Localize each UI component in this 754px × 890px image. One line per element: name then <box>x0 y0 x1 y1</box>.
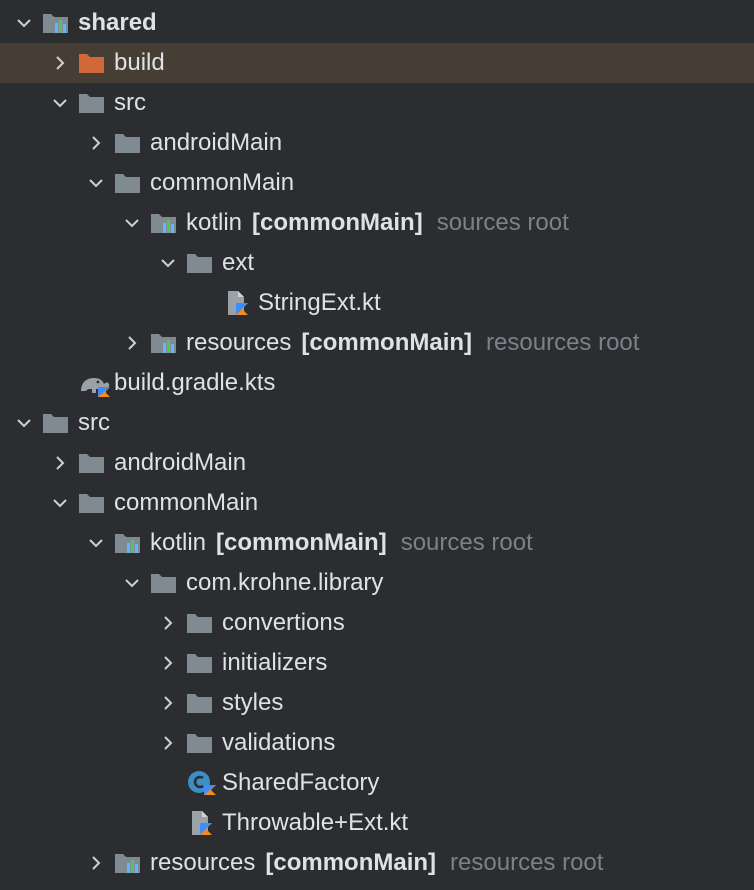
tree-row-label: convertions <box>222 609 345 636</box>
source-set-tag: [commonMain] <box>265 849 437 876</box>
kotlin-file-icon <box>222 283 258 323</box>
chevron-down-icon[interactable] <box>6 3 42 43</box>
tree-row-label: src <box>114 89 146 116</box>
folder-icon <box>186 643 222 683</box>
tree-row-label: SharedFactory <box>222 769 380 796</box>
tree-row-commonmain[interactable]: commonMain <box>0 163 754 203</box>
tree-row-styles[interactable]: styles <box>0 683 754 723</box>
tree-row-initializers[interactable]: initializers <box>0 643 754 683</box>
tree-row-throwable-ext-kt[interactable]: Throwable+Ext.kt <box>0 803 754 843</box>
project-tree: shared build src androidMain commonMain … <box>0 0 754 890</box>
chevron-right-icon[interactable] <box>42 443 78 483</box>
chevron-right-icon[interactable] <box>42 43 78 83</box>
tree-row-label: commonMain <box>114 489 259 516</box>
folder-icon <box>78 83 114 123</box>
chevron-down-icon[interactable] <box>114 203 150 243</box>
tree-row-shared[interactable]: shared <box>0 3 754 43</box>
tree-row-label: build.gradle.kts <box>114 369 276 396</box>
chevron-right-icon[interactable] <box>150 643 186 683</box>
tree-row-kotlin[interactable]: kotlin [commonMain] sources root <box>0 523 754 563</box>
tree-row-label: build <box>114 49 165 76</box>
tree-row-label: Throwable+Ext.kt <box>222 809 409 836</box>
folder-icon <box>78 443 114 483</box>
tree-row-validations[interactable]: validations <box>0 723 754 763</box>
source-set-tag: [commonMain] <box>301 329 473 356</box>
chevron-down-icon[interactable] <box>42 83 78 123</box>
kotlin-file-icon <box>186 803 222 843</box>
tree-row-label: styles <box>222 689 284 716</box>
tree-row-androidmain[interactable]: androidMain <box>0 123 754 163</box>
tree-row-label: kotlin <box>150 529 207 556</box>
chevron-right-icon[interactable] <box>150 603 186 643</box>
gradle-elephant-icon <box>78 363 114 403</box>
folder-icon <box>186 683 222 723</box>
tree-row-label: ext <box>222 249 255 276</box>
tree-row-sharedfactory[interactable]: SharedFactory <box>0 763 754 803</box>
chevron-right-icon[interactable] <box>78 123 114 163</box>
source-set-tag: [commonMain] <box>216 529 387 556</box>
folder-icon <box>42 403 78 443</box>
chevron-right-icon[interactable] <box>150 683 186 723</box>
chevron-right-icon[interactable] <box>78 843 114 883</box>
tree-row-label: validations <box>222 729 336 756</box>
chevron-down-icon[interactable] <box>42 483 78 523</box>
tree-row-kotlin[interactable]: kotlin [commonMain] sources root <box>0 203 754 243</box>
chevron-down-icon[interactable] <box>114 563 150 603</box>
tree-row-label: kotlin <box>186 209 243 236</box>
source-root-folder-icon <box>150 203 186 243</box>
root-type-hint: resources root <box>450 849 604 876</box>
tree-row-label: initializers <box>222 649 328 676</box>
tree-row-label: resources <box>150 849 256 876</box>
source-root-folder-icon <box>114 523 150 563</box>
chevron-right-icon[interactable] <box>150 723 186 763</box>
excluded-folder-icon <box>78 43 114 83</box>
tree-row-src[interactable]: src <box>0 403 754 443</box>
root-type-hint: resources root <box>486 329 640 356</box>
tree-row-label: com.krohne.library <box>186 569 384 596</box>
tree-row-convertions[interactable]: convertions <box>0 603 754 643</box>
tree-row-src[interactable]: src <box>0 83 754 123</box>
tree-row-label: androidMain <box>150 129 283 156</box>
chevron-down-icon[interactable] <box>150 243 186 283</box>
folder-icon <box>186 603 222 643</box>
chevron-down-icon[interactable] <box>6 403 42 443</box>
resources-root-folder-icon <box>150 323 186 363</box>
tree-row-resources[interactable]: resources [commonMain] resources root <box>0 323 754 363</box>
resources-root-folder-icon <box>114 843 150 883</box>
tree-row-resources[interactable]: resources [commonMain] resources root <box>0 843 754 883</box>
tree-row-androidmain[interactable]: androidMain <box>0 443 754 483</box>
package-folder-icon <box>150 563 186 603</box>
folder-icon <box>114 123 150 163</box>
tree-row-label: commonMain <box>150 169 295 196</box>
folder-icon <box>186 243 222 283</box>
tree-row-ext[interactable]: ext <box>0 243 754 283</box>
folder-icon <box>114 163 150 203</box>
tree-row-label: androidMain <box>114 449 247 476</box>
chevron-right-icon[interactable] <box>114 323 150 363</box>
chevron-down-icon[interactable] <box>78 523 114 563</box>
folder-icon <box>78 483 114 523</box>
tree-row-commonmain[interactable]: commonMain <box>0 483 754 523</box>
chevron-down-icon[interactable] <box>78 163 114 203</box>
tree-row-build[interactable]: build <box>0 43 754 83</box>
tree-row-package[interactable]: com.krohne.library <box>0 563 754 603</box>
source-set-tag: [commonMain] <box>252 209 423 236</box>
tree-row-label: StringExt.kt <box>258 289 381 316</box>
root-type-hint: sources root <box>436 209 569 236</box>
kotlin-class-icon <box>186 763 222 803</box>
tree-row-label: src <box>78 409 110 436</box>
tree-row-build-gradle-kts[interactable]: build.gradle.kts <box>0 363 754 403</box>
tree-row-label: resources <box>186 329 292 356</box>
tree-row-label: shared <box>78 9 157 36</box>
tree-row-stringext-kt[interactable]: StringExt.kt <box>0 283 754 323</box>
folder-icon <box>186 723 222 763</box>
module-folder-icon <box>42 3 78 43</box>
root-type-hint: sources root <box>400 529 533 556</box>
